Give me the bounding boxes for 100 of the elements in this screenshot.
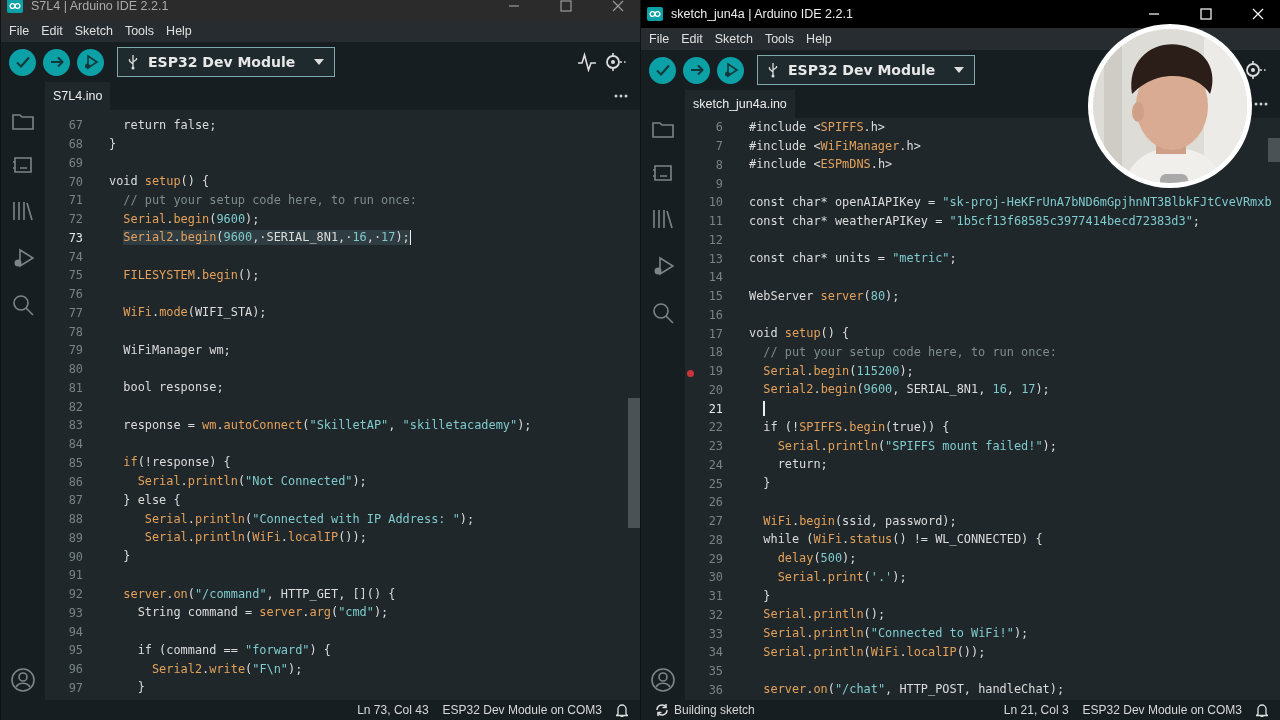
- bell-icon[interactable]: [1256, 703, 1268, 717]
- debug-button[interactable]: [717, 56, 744, 84]
- code-line: #include <ESPmDNS.h>: [749, 157, 893, 172]
- line-number: 19: [708, 364, 723, 379]
- cursor-position[interactable]: Ln 21, Col 3: [1003, 703, 1069, 717]
- serial-plotter-icon[interactable]: [577, 52, 597, 72]
- upload-button[interactable]: [683, 56, 710, 84]
- code-line: Serial.begin(9600);: [123, 211, 260, 226]
- status-text: Building sketch: [674, 703, 755, 717]
- code-line: Serial.println(WiFi.localIP());: [144, 530, 367, 545]
- upload-icon: [688, 62, 705, 78]
- menu-item[interactable]: File: [643, 32, 676, 46]
- scrollbar-thumb[interactable]: [628, 398, 640, 528]
- line-number: 14: [708, 270, 723, 285]
- verify-icon: [654, 62, 671, 78]
- line-number: 30: [708, 570, 723, 585]
- line-number: 84: [68, 437, 83, 452]
- search-icon[interactable]: [652, 302, 674, 324]
- more-icon[interactable]: [614, 94, 628, 98]
- board-selector[interactable]: ESP32 Dev Module: [117, 47, 335, 77]
- code-line: #include <WiFiManager.h>: [749, 138, 921, 153]
- line-number: 70: [68, 174, 83, 189]
- code-line: server.on("/command", HTTP_GET, []() {: [123, 586, 396, 601]
- breakpoint-dot[interactable]: [687, 370, 694, 378]
- line-number: 90: [68, 549, 83, 564]
- code-line: Serial.begin(115200);: [763, 363, 914, 378]
- account-icon[interactable]: [11, 668, 35, 692]
- line-number: 33: [708, 626, 723, 641]
- menu-item[interactable]: Help: [160, 24, 198, 38]
- window-title: sketch_jun4a | Arduino IDE 2.2.1: [671, 7, 853, 21]
- line-number: 94: [68, 624, 83, 639]
- code-line: WiFiManager wm;: [123, 342, 231, 357]
- arduino-logo-icon: [647, 7, 663, 21]
- maximize-icon: [1200, 8, 1212, 20]
- code-line: #include <SPIFFS.h>: [749, 119, 886, 134]
- library-icon[interactable]: [12, 200, 34, 222]
- code-line: const char* openAIAPIKey = "sk-proj-HeKFrUnA7bND6mGpjhnNT3BlbkFJtCveVRmxb: [749, 194, 1272, 209]
- line-number: 12: [708, 232, 723, 247]
- code-line: bool response;: [123, 380, 224, 395]
- verify-button[interactable]: [9, 48, 36, 76]
- line-number: 18: [708, 345, 723, 360]
- more-icon[interactable]: [1254, 102, 1268, 106]
- search-icon[interactable]: [12, 294, 34, 316]
- debug-button[interactable]: [77, 48, 104, 76]
- serial-monitor-icon[interactable]: [1244, 60, 1266, 80]
- code-line: if (!SPIFFS.begin(true)) {: [763, 419, 950, 434]
- bell-icon[interactable]: [616, 703, 628, 717]
- menu-item[interactable]: Tools: [758, 32, 801, 46]
- menu-item[interactable]: Edit: [35, 24, 69, 38]
- board-icon[interactable]: [12, 155, 34, 175]
- code-line: response = wm.autoConnect("SkilletAP", "skilletacademy");: [123, 417, 532, 432]
- serial-monitor-icon[interactable]: [604, 52, 626, 72]
- code-line: WiFi.mode(WIFI_STA);: [123, 305, 267, 320]
- code-line: }: [763, 476, 771, 491]
- cursor-position[interactable]: Ln 73, Col 43: [357, 703, 429, 717]
- verify-icon: [14, 54, 31, 70]
- board-status[interactable]: ESP32 Dev Module on COM3: [1082, 703, 1242, 717]
- code-line: Serial.println(WiFi.localIP());: [763, 644, 986, 659]
- code-line: return;: [777, 457, 828, 472]
- code-line: FILESYSTEM.begin();: [123, 267, 260, 282]
- menu-item[interactable]: Help: [800, 32, 838, 46]
- line-number: 9: [715, 176, 723, 191]
- line-number: 36: [708, 682, 723, 697]
- line-number: 13: [708, 251, 723, 266]
- upload-icon: [48, 54, 65, 70]
- board-status[interactable]: ESP32 Dev Module on COM3: [442, 703, 602, 717]
- scrollbar-thumb[interactable]: [1268, 138, 1280, 162]
- maximize-icon: [560, 0, 572, 12]
- code-line: if (command == "forward") {: [137, 642, 331, 657]
- verify-button[interactable]: [649, 56, 676, 84]
- code-line: } else {: [123, 492, 181, 507]
- account-icon[interactable]: [651, 668, 675, 692]
- folder-icon[interactable]: [12, 112, 34, 130]
- code-line: Serial.println("SPIFFS mount failed!");: [777, 438, 1057, 453]
- close-icon: [1252, 8, 1264, 20]
- menu-item[interactable]: File: [3, 24, 36, 38]
- code-line: Serial2.begin(9600,·SERIAL_8N1,·16,·17);: [123, 230, 410, 245]
- board-icon[interactable]: [652, 163, 674, 183]
- menu-item[interactable]: Edit: [675, 32, 709, 46]
- line-number: 92: [68, 587, 83, 602]
- debug-icon[interactable]: [652, 255, 674, 277]
- line-number: 8: [715, 157, 723, 172]
- file-tab[interactable]: sketch_jun4a.ino: [685, 90, 795, 118]
- debug-icon[interactable]: [12, 247, 34, 269]
- library-icon[interactable]: [652, 208, 674, 230]
- menu-item[interactable]: Sketch: [68, 24, 119, 38]
- line-number: 82: [68, 399, 83, 414]
- code-line: Serial2.write("F\n");: [151, 661, 303, 676]
- line-number: 26: [708, 495, 723, 510]
- board-selector[interactable]: ESP32 Dev Module: [757, 55, 975, 85]
- menu-item[interactable]: Tools: [118, 24, 161, 38]
- line-number: 10: [708, 195, 723, 210]
- code-line: while (WiFi.status() != WL_CONNECTED) {: [763, 532, 1043, 547]
- menu-item[interactable]: Sketch: [708, 32, 759, 46]
- line-number: 83: [68, 418, 83, 433]
- folder-icon[interactable]: [652, 120, 674, 138]
- file-tab[interactable]: S7L4.ino: [45, 82, 111, 110]
- code-line: }: [123, 549, 131, 564]
- line-number: 69: [68, 155, 83, 170]
- upload-button[interactable]: [43, 48, 70, 76]
